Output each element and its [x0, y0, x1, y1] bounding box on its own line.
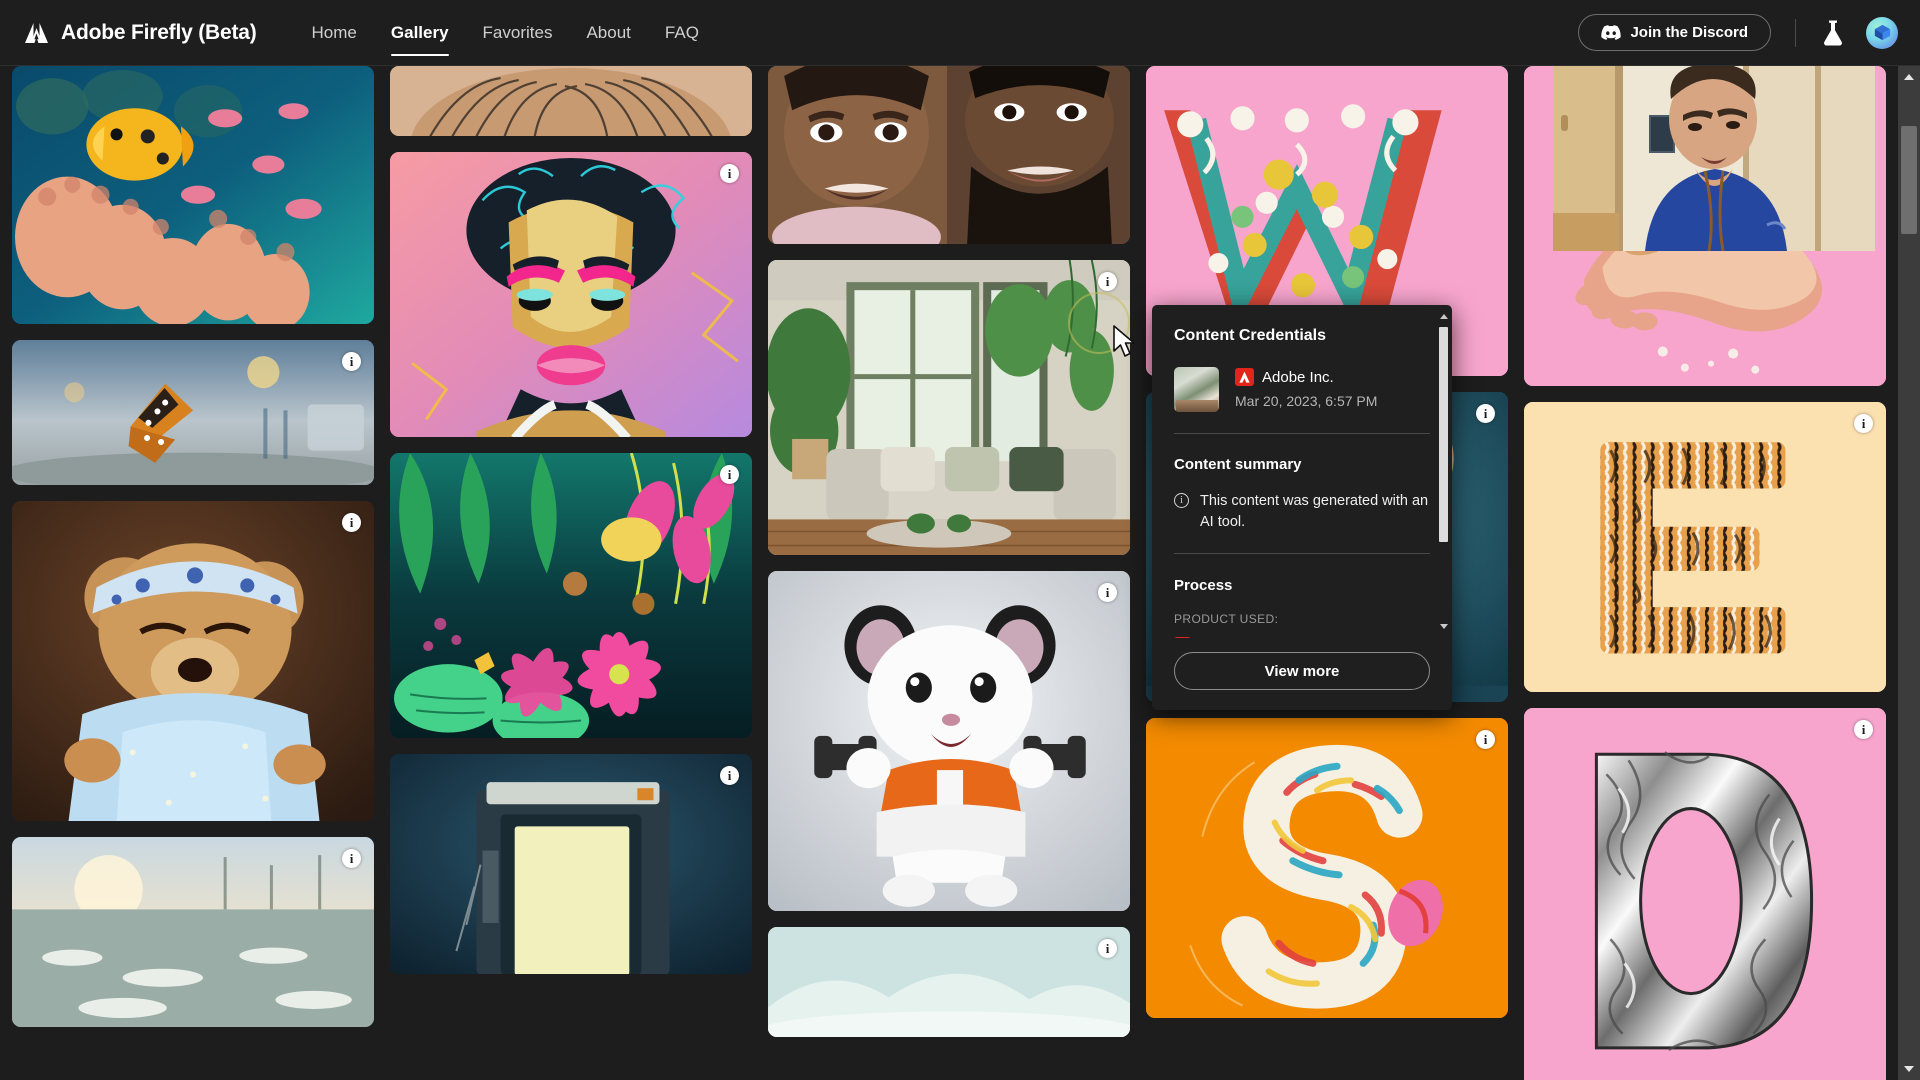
info-icon[interactable]: i	[342, 513, 361, 532]
card-vintage-machine[interactable]: i	[390, 754, 752, 974]
product-used-label: PRODUCT USED:	[1174, 612, 1279, 627]
info-icon[interactable]: i	[720, 164, 739, 183]
header-actions: Join the Discord	[1578, 14, 1898, 51]
letter-s-yarn-image	[1146, 718, 1508, 1018]
credential-author-row: Adobe Inc. Mar 20, 2023, 6:57 PM	[1174, 367, 1430, 412]
discord-icon	[1601, 25, 1622, 40]
popup-scroll-down-button[interactable]	[1438, 621, 1449, 632]
product-used-row: Adobe Firefly 1.0	[1174, 637, 1430, 638]
flask-icon[interactable]	[1820, 19, 1846, 47]
misty-mountain-image	[768, 927, 1130, 1037]
webcam-pip-video[interactable]	[1553, 53, 1875, 251]
content-credentials-popup[interactable]: Content Credentials Adobe Inc. Mar 20, 2…	[1152, 305, 1452, 710]
living-room-image	[768, 260, 1130, 555]
content-summary-text: This content was generated with an AI to…	[1200, 493, 1429, 530]
user-avatar-icon[interactable]	[1866, 16, 1898, 49]
adobe-mark-icon	[1235, 368, 1254, 386]
gallery-column-1: i i i	[12, 66, 374, 1080]
popup-scroll-thumb[interactable]	[1439, 327, 1448, 542]
butterfly-image	[12, 340, 374, 485]
card-neon-jungle-flowers[interactable]: i	[390, 453, 752, 738]
popup-footer: View more	[1152, 638, 1452, 710]
vintage-machine-image	[390, 754, 752, 974]
content-summary-row: i This content was generated with an AI …	[1174, 491, 1430, 532]
info-icon[interactable]: i	[342, 352, 361, 371]
nav-item-favorites[interactable]: Favorites	[466, 0, 570, 66]
header-divider	[1795, 18, 1796, 47]
join-discord-label: Join the Discord	[1630, 24, 1748, 41]
info-icon[interactable]: i	[1098, 583, 1117, 602]
content-summary-title: Content summary	[1174, 456, 1302, 473]
card-misty-mountain[interactable]: i	[768, 927, 1130, 1037]
card-teddy-bear-blanket[interactable]: i	[12, 501, 374, 821]
card-coral-reef-fish[interactable]	[12, 66, 374, 324]
adobe-logo-icon	[24, 19, 50, 46]
letter-e-image	[1524, 402, 1886, 692]
scroll-thumb[interactable]	[1901, 126, 1917, 234]
textured-hair-image	[390, 66, 752, 136]
product-name: Adobe Firefly 1.0	[1201, 637, 1311, 638]
card-gold-afro-portrait[interactable]: i	[390, 152, 752, 437]
join-discord-button[interactable]: Join the Discord	[1578, 14, 1771, 51]
card-textured-hair-art[interactable]	[390, 66, 752, 136]
letter-d-image	[1524, 708, 1886, 1080]
page-scrollbar[interactable]	[1898, 66, 1920, 1080]
credential-author-text: Adobe Inc. Mar 20, 2023, 6:57 PM	[1235, 367, 1377, 409]
credential-author-name: Adobe Inc.	[1262, 368, 1334, 386]
info-icon[interactable]: i	[720, 465, 739, 484]
info-icon[interactable]: i	[1476, 404, 1495, 423]
card-sunset-marsh-water[interactable]: i	[12, 837, 374, 1027]
hamster-image	[768, 571, 1130, 911]
popup-scrollbar[interactable]	[1438, 311, 1449, 632]
info-icon[interactable]: i	[1476, 730, 1495, 749]
info-icon[interactable]: i	[342, 849, 361, 868]
gallery-column-3: i i i	[768, 66, 1130, 1080]
popup-scroll-up-button[interactable]	[1438, 311, 1449, 322]
cube-glyph-icon	[1874, 24, 1890, 41]
divider	[1174, 433, 1430, 434]
coral-reef-fish-image	[12, 66, 374, 324]
card-letter-s-yarn-orange[interactable]: i	[1146, 718, 1508, 1018]
app-title: Adobe Firefly (Beta)	[61, 20, 257, 44]
info-circle-icon: i	[1174, 493, 1189, 508]
content-credentials-scroll-area: Content Credentials Adobe Inc. Mar 20, 2…	[1152, 305, 1452, 638]
card-letter-e-tiger-fur[interactable]: i	[1524, 402, 1886, 692]
brand[interactable]: Adobe Firefly (Beta)	[24, 19, 257, 46]
scroll-up-button[interactable]	[1898, 66, 1920, 88]
card-green-living-room[interactable]: i	[768, 260, 1130, 555]
nav-item-faq[interactable]: FAQ	[648, 0, 716, 66]
credential-date: Mar 20, 2023, 6:57 PM	[1235, 393, 1378, 409]
couple-portrait-image	[768, 66, 1130, 244]
webcam-frame	[1553, 53, 1875, 251]
marsh-sunset-image	[12, 837, 374, 1027]
info-icon[interactable]: i	[1854, 414, 1873, 433]
scroll-down-button[interactable]	[1898, 1058, 1920, 1080]
credential-thumbnail	[1174, 367, 1219, 412]
process-title: Process	[1174, 577, 1233, 595]
gallery-column-2: i i i	[390, 66, 752, 1080]
nav-item-gallery[interactable]: Gallery	[374, 0, 466, 66]
teddy-bear-image	[12, 501, 374, 821]
info-icon[interactable]: i	[1098, 272, 1117, 291]
info-icon[interactable]: i	[720, 766, 739, 785]
main-nav: Home Gallery Favorites About FAQ	[295, 0, 716, 66]
gold-afro-portrait-image	[390, 152, 752, 437]
credential-author-name-row: Adobe Inc.	[1235, 368, 1377, 386]
card-butterfly-on-road[interactable]: i	[12, 340, 374, 485]
card-letter-d-foil-pink[interactable]: i	[1524, 708, 1886, 1080]
app-header: Adobe Firefly (Beta) Home Gallery Favori…	[0, 0, 1920, 66]
nav-item-home[interactable]: Home	[295, 0, 374, 66]
info-icon[interactable]: i	[1098, 939, 1117, 958]
content-credentials-title: Content Credentials	[1174, 327, 1327, 344]
divider	[1174, 553, 1430, 555]
info-icon[interactable]: i	[1854, 720, 1873, 739]
neon-jungle-image	[390, 453, 752, 738]
nav-item-about[interactable]: About	[569, 0, 647, 66]
adobe-mark-icon	[1174, 637, 1191, 638]
view-more-button[interactable]: View more	[1174, 652, 1430, 690]
card-hamster-dumbbells[interactable]: i	[768, 571, 1130, 911]
card-smiling-couple-portrait[interactable]	[768, 66, 1130, 244]
